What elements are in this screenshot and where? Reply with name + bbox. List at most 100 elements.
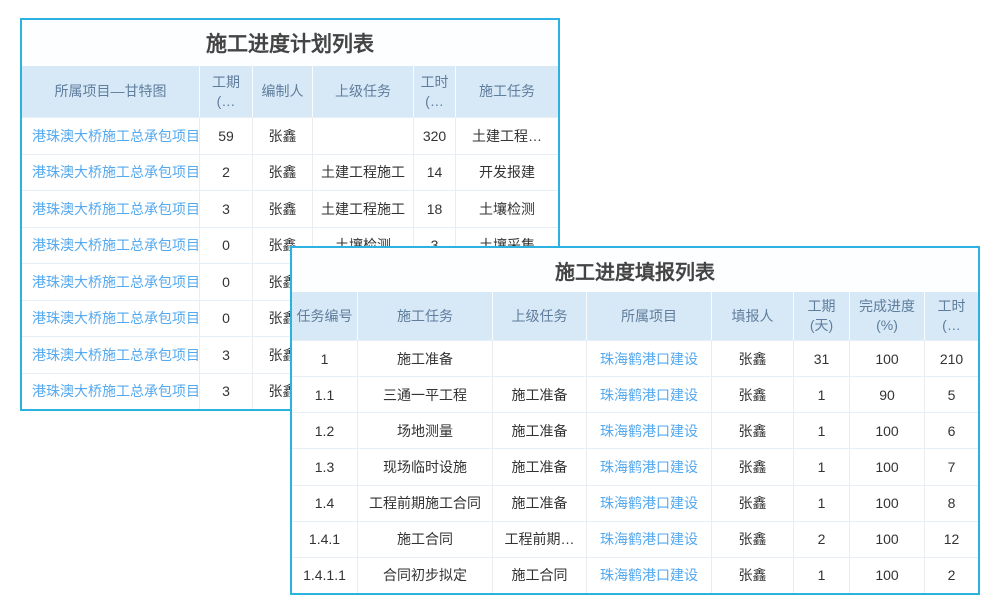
cell-project-link[interactable]: 港珠澳大桥施工总承包项目: [22, 301, 200, 337]
table-row: 1 施工准备 珠海鹤港口建设 张鑫 31 100 210: [292, 340, 978, 376]
cell-task-no: 1.3: [292, 449, 358, 484]
table-row: 1.1 三通一平工程 施工准备 珠海鹤港口建设 张鑫 1 90 5: [292, 376, 978, 412]
cell-project-link[interactable]: 港珠澳大桥施工总承包项目: [22, 374, 200, 410]
cell-duration: 1: [794, 377, 850, 412]
plan-table-header-row: 所属项目—甘特图 工期(… 编制人 上级任务 工时(… 施工任务: [22, 66, 558, 117]
table-row: 港珠澳大桥施工总承包项目 3 张鑫 土建工程施工 18 土壤检测: [22, 190, 558, 227]
cell-reporter: 张鑫: [712, 413, 794, 448]
table-row: 1.4 工程前期施工合同 施工准备 珠海鹤港口建设 张鑫 1 100 8: [292, 485, 978, 521]
cell-project-link[interactable]: 珠海鹤港口建设: [587, 558, 712, 593]
report-header-duration: 工期(天): [794, 292, 850, 340]
cell-duration: 3: [200, 191, 253, 227]
table-row: 港珠澳大桥施工总承包项目 59 张鑫 320 土建工程…: [22, 117, 558, 154]
cell-parent-task: [493, 341, 587, 376]
report-header-progress: 完成进度(%): [850, 292, 925, 340]
cell-project-link[interactable]: 港珠澳大桥施工总承包项目: [22, 191, 200, 227]
plan-header-creator: 编制人: [253, 66, 313, 117]
cell-duration: 31: [794, 341, 850, 376]
report-table-body: 1 施工准备 珠海鹤港口建设 张鑫 31 100 210 1.1 三通一平工程 …: [292, 340, 978, 593]
cell-task-no: 1: [292, 341, 358, 376]
cell-task-no: 1.4.1.1: [292, 558, 358, 593]
cell-project-link[interactable]: 港珠澳大桥施工总承包项目: [22, 155, 200, 191]
cell-progress: 100: [850, 449, 925, 484]
cell-task: 施工合同: [358, 522, 493, 557]
cell-task: 工程前期施工合同: [358, 486, 493, 521]
cell-project-link[interactable]: 珠海鹤港口建设: [587, 413, 712, 448]
cell-progress: 90: [850, 377, 925, 412]
plan-header-parent-task: 上级任务: [313, 66, 414, 117]
cell-reporter: 张鑫: [712, 449, 794, 484]
cell-reporter: 张鑫: [712, 522, 794, 557]
cell-task: 现场临时设施: [358, 449, 493, 484]
cell-progress: 100: [850, 522, 925, 557]
cell-hours: 2: [925, 558, 978, 593]
cell-hours: 7: [925, 449, 978, 484]
cell-hours: 6: [925, 413, 978, 448]
cell-project-link[interactable]: 珠海鹤港口建设: [587, 486, 712, 521]
cell-task-no: 1.1: [292, 377, 358, 412]
cell-creator: 张鑫: [253, 155, 313, 191]
cell-parent-task: 施工准备: [493, 486, 587, 521]
cell-project-link[interactable]: 港珠澳大桥施工总承包项目: [22, 337, 200, 373]
cell-parent-task: 土建工程施工: [313, 155, 414, 191]
cell-hours: 18: [414, 191, 456, 227]
cell-progress: 100: [850, 558, 925, 593]
cell-progress: 100: [850, 341, 925, 376]
cell-project-link[interactable]: 珠海鹤港口建设: [587, 377, 712, 412]
cell-duration: 59: [200, 118, 253, 154]
report-table-panel: 施工进度填报列表 任务编号 施工任务 上级任务 所属项目 填报人 工期(天) 完…: [290, 246, 980, 595]
cell-project-link[interactable]: 港珠澳大桥施工总承包项目: [22, 118, 200, 154]
cell-hours: 5: [925, 377, 978, 412]
cell-parent-task: [313, 118, 414, 154]
cell-hours: 8: [925, 486, 978, 521]
cell-task: 合同初步拟定: [358, 558, 493, 593]
cell-task: 三通一平工程: [358, 377, 493, 412]
cell-parent-task: 施工准备: [493, 449, 587, 484]
report-table-title: 施工进度填报列表: [292, 248, 978, 292]
cell-task: 土建工程…: [456, 118, 558, 154]
cell-reporter: 张鑫: [712, 377, 794, 412]
cell-parent-task: 施工准备: [493, 377, 587, 412]
cell-progress: 100: [850, 413, 925, 448]
cell-hours: 12: [925, 522, 978, 557]
plan-header-project: 所属项目—甘特图: [22, 66, 200, 117]
table-row: 1.3 现场临时设施 施工准备 珠海鹤港口建设 张鑫 1 100 7: [292, 448, 978, 484]
cell-duration: 1: [794, 449, 850, 484]
cell-reporter: 张鑫: [712, 486, 794, 521]
report-table-header-row: 任务编号 施工任务 上级任务 所属项目 填报人 工期(天) 完成进度(%) 工时…: [292, 292, 978, 340]
table-row: 1.2 场地测量 施工准备 珠海鹤港口建设 张鑫 1 100 6: [292, 412, 978, 448]
cell-parent-task: 施工准备: [493, 413, 587, 448]
cell-project-link[interactable]: 珠海鹤港口建设: [587, 449, 712, 484]
cell-duration: 0: [200, 301, 253, 337]
page: 施工进度计划列表 所属项目—甘特图 工期(… 编制人 上级任务 工时(… 施工任…: [0, 0, 1000, 600]
cell-task-no: 1.4.1: [292, 522, 358, 557]
report-header-reporter: 填报人: [712, 292, 794, 340]
cell-task-no: 1.4: [292, 486, 358, 521]
report-header-task: 施工任务: [358, 292, 493, 340]
cell-duration: 0: [200, 228, 253, 264]
table-row: 1.4.1 施工合同 工程前期… 珠海鹤港口建设 张鑫 2 100 12: [292, 521, 978, 557]
report-header-parent-task: 上级任务: [493, 292, 587, 340]
cell-hours: 210: [925, 341, 978, 376]
cell-parent-task: 土建工程施工: [313, 191, 414, 227]
cell-duration: 1: [794, 558, 850, 593]
cell-hours: 14: [414, 155, 456, 191]
cell-project-link[interactable]: 港珠澳大桥施工总承包项目: [22, 228, 200, 264]
cell-project-link[interactable]: 珠海鹤港口建设: [587, 522, 712, 557]
plan-table-title: 施工进度计划列表: [22, 20, 558, 66]
cell-task-no: 1.2: [292, 413, 358, 448]
cell-task: 施工准备: [358, 341, 493, 376]
cell-duration: 0: [200, 264, 253, 300]
cell-project-link[interactable]: 珠海鹤港口建设: [587, 341, 712, 376]
cell-duration: 1: [794, 486, 850, 521]
cell-project-link[interactable]: 港珠澳大桥施工总承包项目: [22, 264, 200, 300]
cell-creator: 张鑫: [253, 191, 313, 227]
cell-reporter: 张鑫: [712, 341, 794, 376]
cell-task: 场地测量: [358, 413, 493, 448]
cell-duration: 3: [200, 337, 253, 373]
table-row: 港珠澳大桥施工总承包项目 2 张鑫 土建工程施工 14 开发报建: [22, 154, 558, 191]
cell-creator: 张鑫: [253, 118, 313, 154]
cell-progress: 100: [850, 486, 925, 521]
plan-header-duration: 工期(…: [200, 66, 253, 117]
cell-reporter: 张鑫: [712, 558, 794, 593]
